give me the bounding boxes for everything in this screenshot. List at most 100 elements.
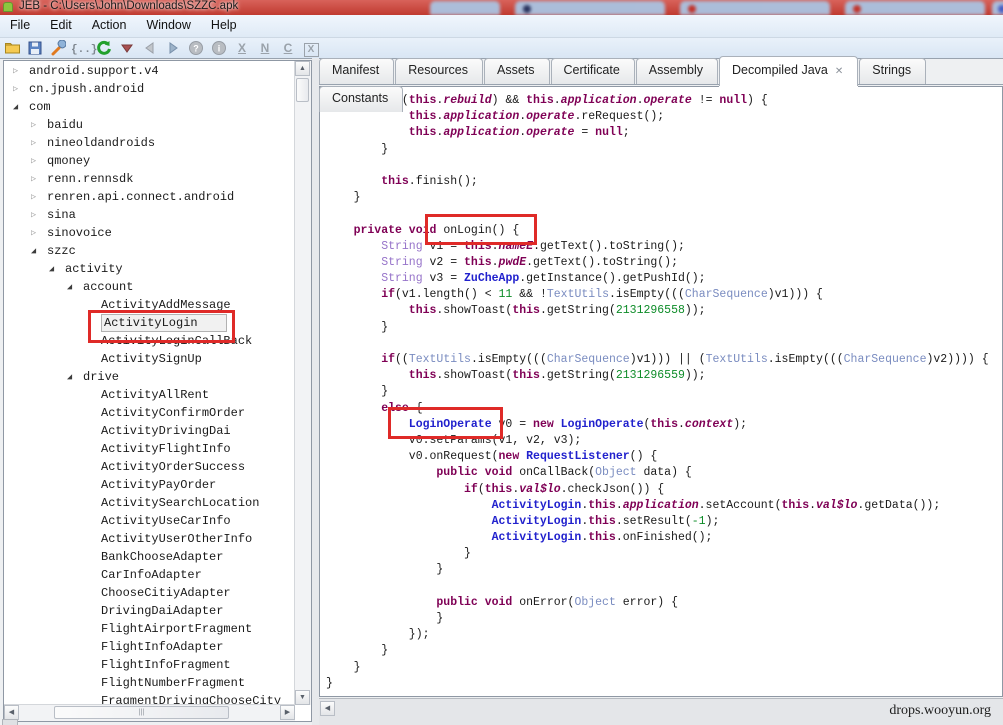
code-line[interactable]: } (326, 320, 1002, 336)
code-line[interactable]: } (326, 643, 1002, 659)
tree-item-qmoney[interactable]: ▷ qmoney (5, 152, 294, 170)
collapsed-arrow-icon[interactable]: ▷ (31, 116, 47, 134)
code-line[interactable]: if((TextUtils.isEmpty(((CharSequence)v1)… (326, 352, 1002, 368)
tree-item-flightinfofragment[interactable]: FlightInfoFragment (5, 656, 294, 674)
tree-item-activitysearchlocation[interactable]: ActivitySearchLocation (5, 494, 294, 512)
code-line[interactable] (326, 158, 1002, 174)
tree-item-renn-rennsdk[interactable]: ▷ renn.rennsdk (5, 170, 294, 188)
tab-assembly[interactable]: Assembly (635, 58, 718, 84)
collapsed-arrow-icon[interactable]: ▷ (31, 224, 47, 242)
tree-item-szzc[interactable]: ◢ szzc (5, 242, 294, 260)
tab-resources[interactable]: Resources (395, 58, 483, 84)
code-line[interactable] (326, 336, 1002, 352)
code-line[interactable]: this.application.operate = null; (326, 125, 1002, 141)
menu-item-file[interactable]: File (0, 15, 40, 32)
tree-item-flightairportfragment[interactable]: FlightAirportFragment (5, 620, 294, 638)
code-line[interactable]: } (326, 611, 1002, 627)
code-line[interactable]: String v3 = ZuCheApp.getInstance().getPu… (326, 271, 1002, 287)
tab-strings[interactable]: Strings (859, 58, 927, 84)
tree-item-activityordersuccess[interactable]: ActivityOrderSuccess (5, 458, 294, 476)
open-file-button[interactable] (2, 39, 22, 57)
collapsed-arrow-icon[interactable]: ▷ (31, 188, 47, 206)
expanded-arrow-icon[interactable]: ◢ (67, 368, 83, 386)
code-line[interactable]: public void onCallBack(Object data) { (326, 465, 1002, 481)
tree-item-flightinfoadapter[interactable]: FlightInfoAdapter (5, 638, 294, 656)
tree-item-activity[interactable]: ◢ activity (5, 260, 294, 278)
decompiled-java-panel[interactable]: if((this.rebuild) && this.application.op… (319, 86, 1003, 697)
tab-decompiled-java[interactable]: Decompiled Java ✕ (718, 56, 859, 86)
collapsed-arrow-icon[interactable]: ▷ (31, 134, 47, 152)
code-line[interactable]: this.application.operate.reRequest(); (326, 109, 1002, 125)
tab-manifest[interactable]: Manifest (319, 58, 395, 84)
comment-button[interactable]: C (278, 39, 298, 57)
code-line[interactable]: ActivityLogin.this.setResult(-1); (326, 514, 1002, 530)
tree-item-nineoldandroids[interactable]: ▷ nineoldandroids (5, 134, 294, 152)
options-button[interactable] (48, 39, 68, 57)
menu-item-help[interactable]: Help (201, 15, 247, 32)
code-line[interactable]: } (326, 562, 1002, 578)
vertical-scroll-thumb[interactable] (296, 78, 309, 102)
code-line[interactable]: public void onError(Object error) { (326, 595, 1002, 611)
code-line[interactable]: v0.onRequest(new RequestListener() { (326, 449, 1002, 465)
tree-item-drivingdaiadapter[interactable]: DrivingDaiAdapter (5, 602, 294, 620)
code-line[interactable]: this.finish(); (326, 174, 1002, 190)
code-line[interactable]: if(v1.length() < 11 && !TextUtils.isEmpt… (326, 287, 1002, 303)
code-line[interactable]: } (326, 142, 1002, 158)
tree-item-account[interactable]: ◢ account (5, 278, 294, 296)
tree-item-choosecitiyadapter[interactable]: ChooseCitiyAdapter (5, 584, 294, 602)
tree-item-android-support-v4[interactable]: ▷ android.support.v4 (5, 62, 294, 80)
code-line[interactable]: } (326, 546, 1002, 562)
forward-button[interactable] (163, 39, 183, 57)
expanded-arrow-icon[interactable]: ◢ (31, 242, 47, 260)
goto-down-button[interactable] (117, 39, 137, 57)
tab-certificate[interactable]: Certificate (550, 58, 635, 84)
back-button[interactable] (140, 39, 160, 57)
code-line[interactable]: } (326, 660, 1002, 676)
tree-item-activityconfirmorder[interactable]: ActivityConfirmOrder (5, 404, 294, 422)
tree-item-flightnumberfragment[interactable]: FlightNumberFragment (5, 674, 294, 692)
code-line[interactable] (326, 579, 1002, 595)
code-line[interactable]: } (326, 676, 1002, 692)
tree-item-carinfoadapter[interactable]: CarInfoAdapter (5, 566, 294, 584)
expanded-arrow-icon[interactable]: ◢ (13, 98, 29, 116)
tree-item-activityflightinfo[interactable]: ActivityFlightInfo (5, 440, 294, 458)
collapsed-arrow-icon[interactable]: ▷ (13, 80, 29, 98)
refresh-button[interactable] (94, 39, 114, 57)
code-line[interactable]: this.showToast(this.getString(2131296558… (326, 303, 1002, 319)
decompile-button[interactable]: X (301, 39, 321, 57)
tree-item-activitydrivingdai[interactable]: ActivityDrivingDai (5, 422, 294, 440)
code-line[interactable]: ActivityLogin.this.onFinished(); (326, 530, 1002, 546)
menu-item-action[interactable]: Action (82, 15, 137, 32)
tree-item-activityusecarinfo[interactable]: ActivityUseCarInfo (5, 512, 294, 530)
tree-item-drive[interactable]: ◢ drive (5, 368, 294, 386)
tree-item-baidu[interactable]: ▷ baidu (5, 116, 294, 134)
scroll-up-button[interactable]: ▲ (295, 61, 310, 76)
tree-item-fragmentdrivingchoosecity[interactable]: FragmentDrivingChooseCity (5, 692, 294, 704)
collapsed-arrow-icon[interactable]: ▷ (31, 152, 47, 170)
save-button[interactable] (25, 39, 45, 57)
tree-item-sinovoice[interactable]: ▷ sinovoice (5, 224, 294, 242)
code-scroll-left-button[interactable]: ◀ (320, 701, 335, 716)
tree-item-activitypayorder[interactable]: ActivityPayOrder (5, 476, 294, 494)
tree-vertical-scrollbar[interactable]: ▲ ▼ (294, 61, 311, 705)
menu-item-window[interactable]: Window (136, 15, 200, 32)
tree-item-sina[interactable]: ▷ sina (5, 206, 294, 224)
scroll-down-button[interactable]: ▼ (295, 690, 310, 705)
panel-splitter[interactable] (312, 58, 319, 725)
tree-item-renren-api-connect-android[interactable]: ▷ renren.api.connect.android (5, 188, 294, 206)
scroll-right-button[interactable]: ▶ (280, 705, 295, 720)
scroll-left-button[interactable]: ◀ (4, 705, 19, 720)
collapsed-arrow-icon[interactable]: ▷ (31, 170, 47, 188)
braces-button[interactable]: {..} (71, 39, 97, 57)
expanded-arrow-icon[interactable]: ◢ (49, 260, 65, 278)
collapsed-arrow-icon[interactable]: ▷ (13, 62, 29, 80)
menu-item-edit[interactable]: Edit (40, 15, 82, 32)
tree-item-activityallrent[interactable]: ActivityAllRent (5, 386, 294, 404)
code-line[interactable]: this.showToast(this.getString(2131296559… (326, 368, 1002, 384)
code-line[interactable]: ActivityLogin.this.application.setAccoun… (326, 498, 1002, 514)
code-line[interactable]: } (326, 384, 1002, 400)
help-button[interactable]: ? (186, 39, 206, 57)
code-line[interactable]: String v2 = this.pwdE.getText().toString… (326, 255, 1002, 271)
expanded-arrow-icon[interactable]: ◢ (67, 278, 83, 296)
horizontal-scroll-thumb[interactable]: ||| (54, 706, 229, 719)
